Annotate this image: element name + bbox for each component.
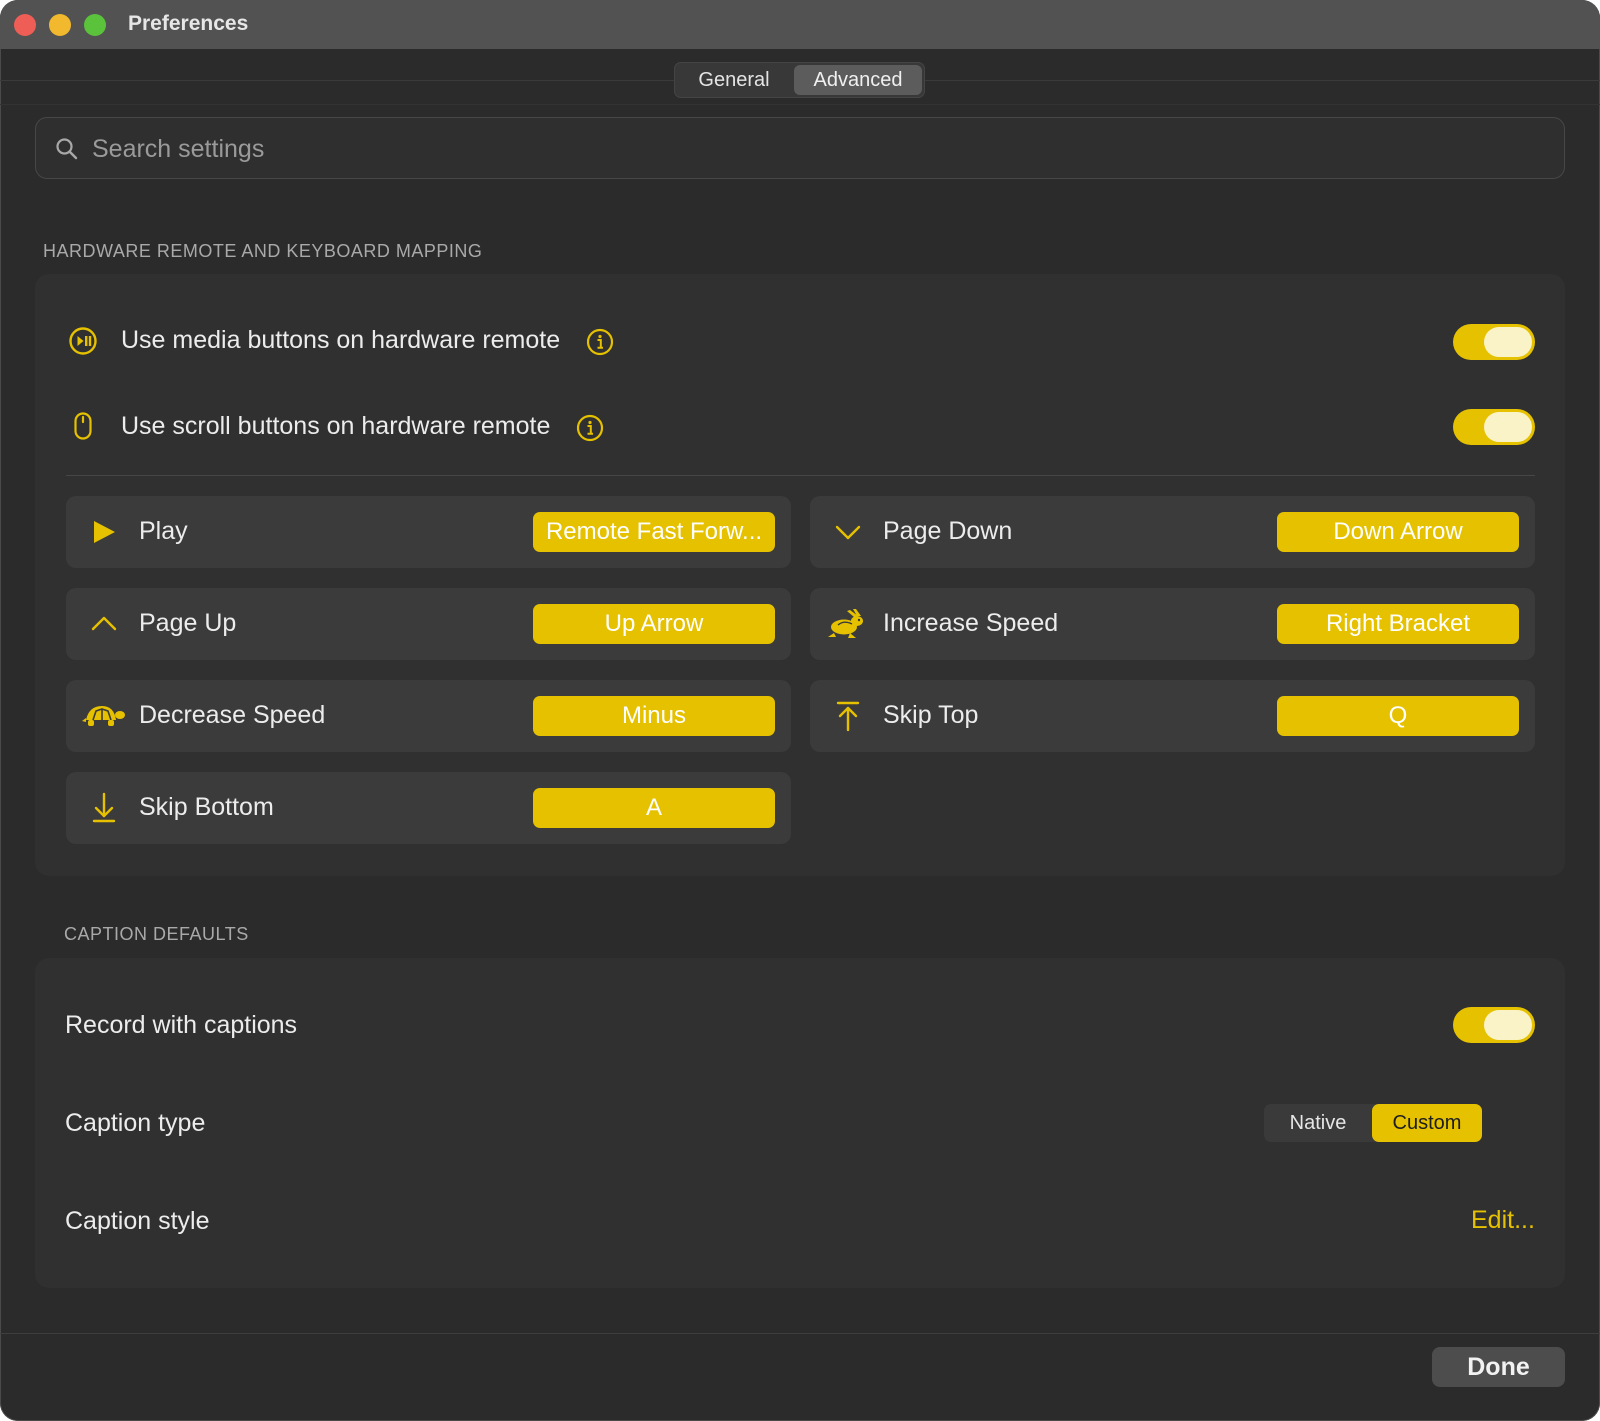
chevron-up-icon — [91, 616, 117, 631]
mapping-skip-bottom: Skip Bottom A — [66, 772, 791, 844]
scroll-buttons-label: Use scroll buttons on hardware remote — [121, 412, 551, 440]
key-button-play[interactable]: Remote Fast Forw... — [533, 512, 775, 552]
mapping-page-down: Page Down Down Arrow — [810, 496, 1535, 568]
media-buttons-label: Use media buttons on hardware remote — [121, 326, 561, 354]
search-field[interactable] — [35, 117, 1565, 179]
caption-type-label: Caption type — [65, 1109, 206, 1137]
minimize-window-button[interactable] — [49, 14, 71, 36]
search-icon — [56, 138, 78, 160]
key-button-increase-speed[interactable]: Right Bracket — [1277, 604, 1519, 644]
caption-style-edit-link[interactable]: Edit... — [1471, 1206, 1535, 1235]
arrow-to-bottom-icon — [92, 792, 116, 823]
hardware-section-title: HARDWARE REMOTE AND KEYBOARD MAPPING — [43, 241, 483, 261]
key-button-page-up[interactable]: Up Arrow — [533, 604, 775, 644]
mapping-label: Page Down — [883, 517, 1013, 545]
mapping-play: Play Remote Fast Forw... — [66, 496, 791, 568]
content-divider — [0, 104, 1600, 105]
caption-section-title: CAPTION DEFAULTS — [64, 924, 249, 944]
info-icon[interactable] — [576, 414, 604, 442]
mapping-label: Decrease Speed — [139, 701, 326, 729]
caption-type-segmented-control: Native Custom — [1264, 1104, 1482, 1142]
tab-bar: General Advanced — [674, 62, 925, 98]
hardware-panel: Use media buttons on hardware remote Use… — [35, 274, 1565, 876]
key-button-page-down[interactable]: Down Arrow — [1277, 512, 1519, 552]
section-divider — [66, 475, 1535, 476]
search-input[interactable] — [90, 130, 1494, 168]
info-icon[interactable] — [586, 328, 614, 356]
title-bar: Preferences — [0, 0, 1600, 49]
mouse-icon — [74, 412, 92, 440]
key-button-skip-bottom[interactable]: A — [533, 788, 775, 828]
preferences-window: Preferences General Advanced HARDWARE RE… — [0, 0, 1600, 1421]
scroll-buttons-toggle[interactable] — [1453, 409, 1535, 445]
zoom-window-button[interactable] — [84, 14, 106, 36]
mapping-label: Skip Top — [883, 701, 979, 729]
mapping-decrease-speed: Decrease Speed Minus — [66, 680, 791, 752]
done-button[interactable]: Done — [1432, 1347, 1565, 1387]
key-button-skip-top[interactable]: Q — [1277, 696, 1519, 736]
key-button-decrease-speed[interactable]: Minus — [533, 696, 775, 736]
mapping-label: Page Up — [139, 609, 237, 637]
toggle-knob — [1484, 1010, 1532, 1040]
footer-divider — [0, 1333, 1600, 1334]
toggle-knob — [1484, 412, 1532, 442]
play-icon — [94, 521, 115, 543]
caption-type-custom[interactable]: Custom — [1372, 1104, 1482, 1142]
mapping-label: Increase Speed — [883, 609, 1059, 637]
tab-advanced[interactable]: Advanced — [794, 65, 922, 95]
chevron-down-icon — [835, 525, 861, 540]
record-captions-toggle[interactable] — [1453, 1007, 1535, 1043]
mapping-label: Play — [139, 517, 188, 545]
record-captions-label: Record with captions — [65, 1011, 298, 1039]
play-pause-icon — [69, 327, 97, 355]
media-buttons-toggle[interactable] — [1453, 324, 1535, 360]
mapping-skip-top: Skip Top Q — [810, 680, 1535, 752]
arrow-to-top-icon — [836, 701, 860, 732]
mapping-page-up: Page Up Up Arrow — [66, 588, 791, 660]
caption-type-native[interactable]: Native — [1264, 1104, 1372, 1142]
caption-style-label: Caption style — [65, 1207, 210, 1235]
mapping-label: Skip Bottom — [139, 793, 274, 821]
window-title: Preferences — [128, 12, 249, 35]
tab-general[interactable]: General — [677, 65, 791, 95]
rabbit-icon — [828, 609, 863, 638]
close-window-button[interactable] — [14, 14, 36, 36]
mapping-increase-speed: Increase Speed Right Bracket — [810, 588, 1535, 660]
turtle-icon — [82, 706, 125, 726]
toggle-knob — [1484, 327, 1532, 357]
